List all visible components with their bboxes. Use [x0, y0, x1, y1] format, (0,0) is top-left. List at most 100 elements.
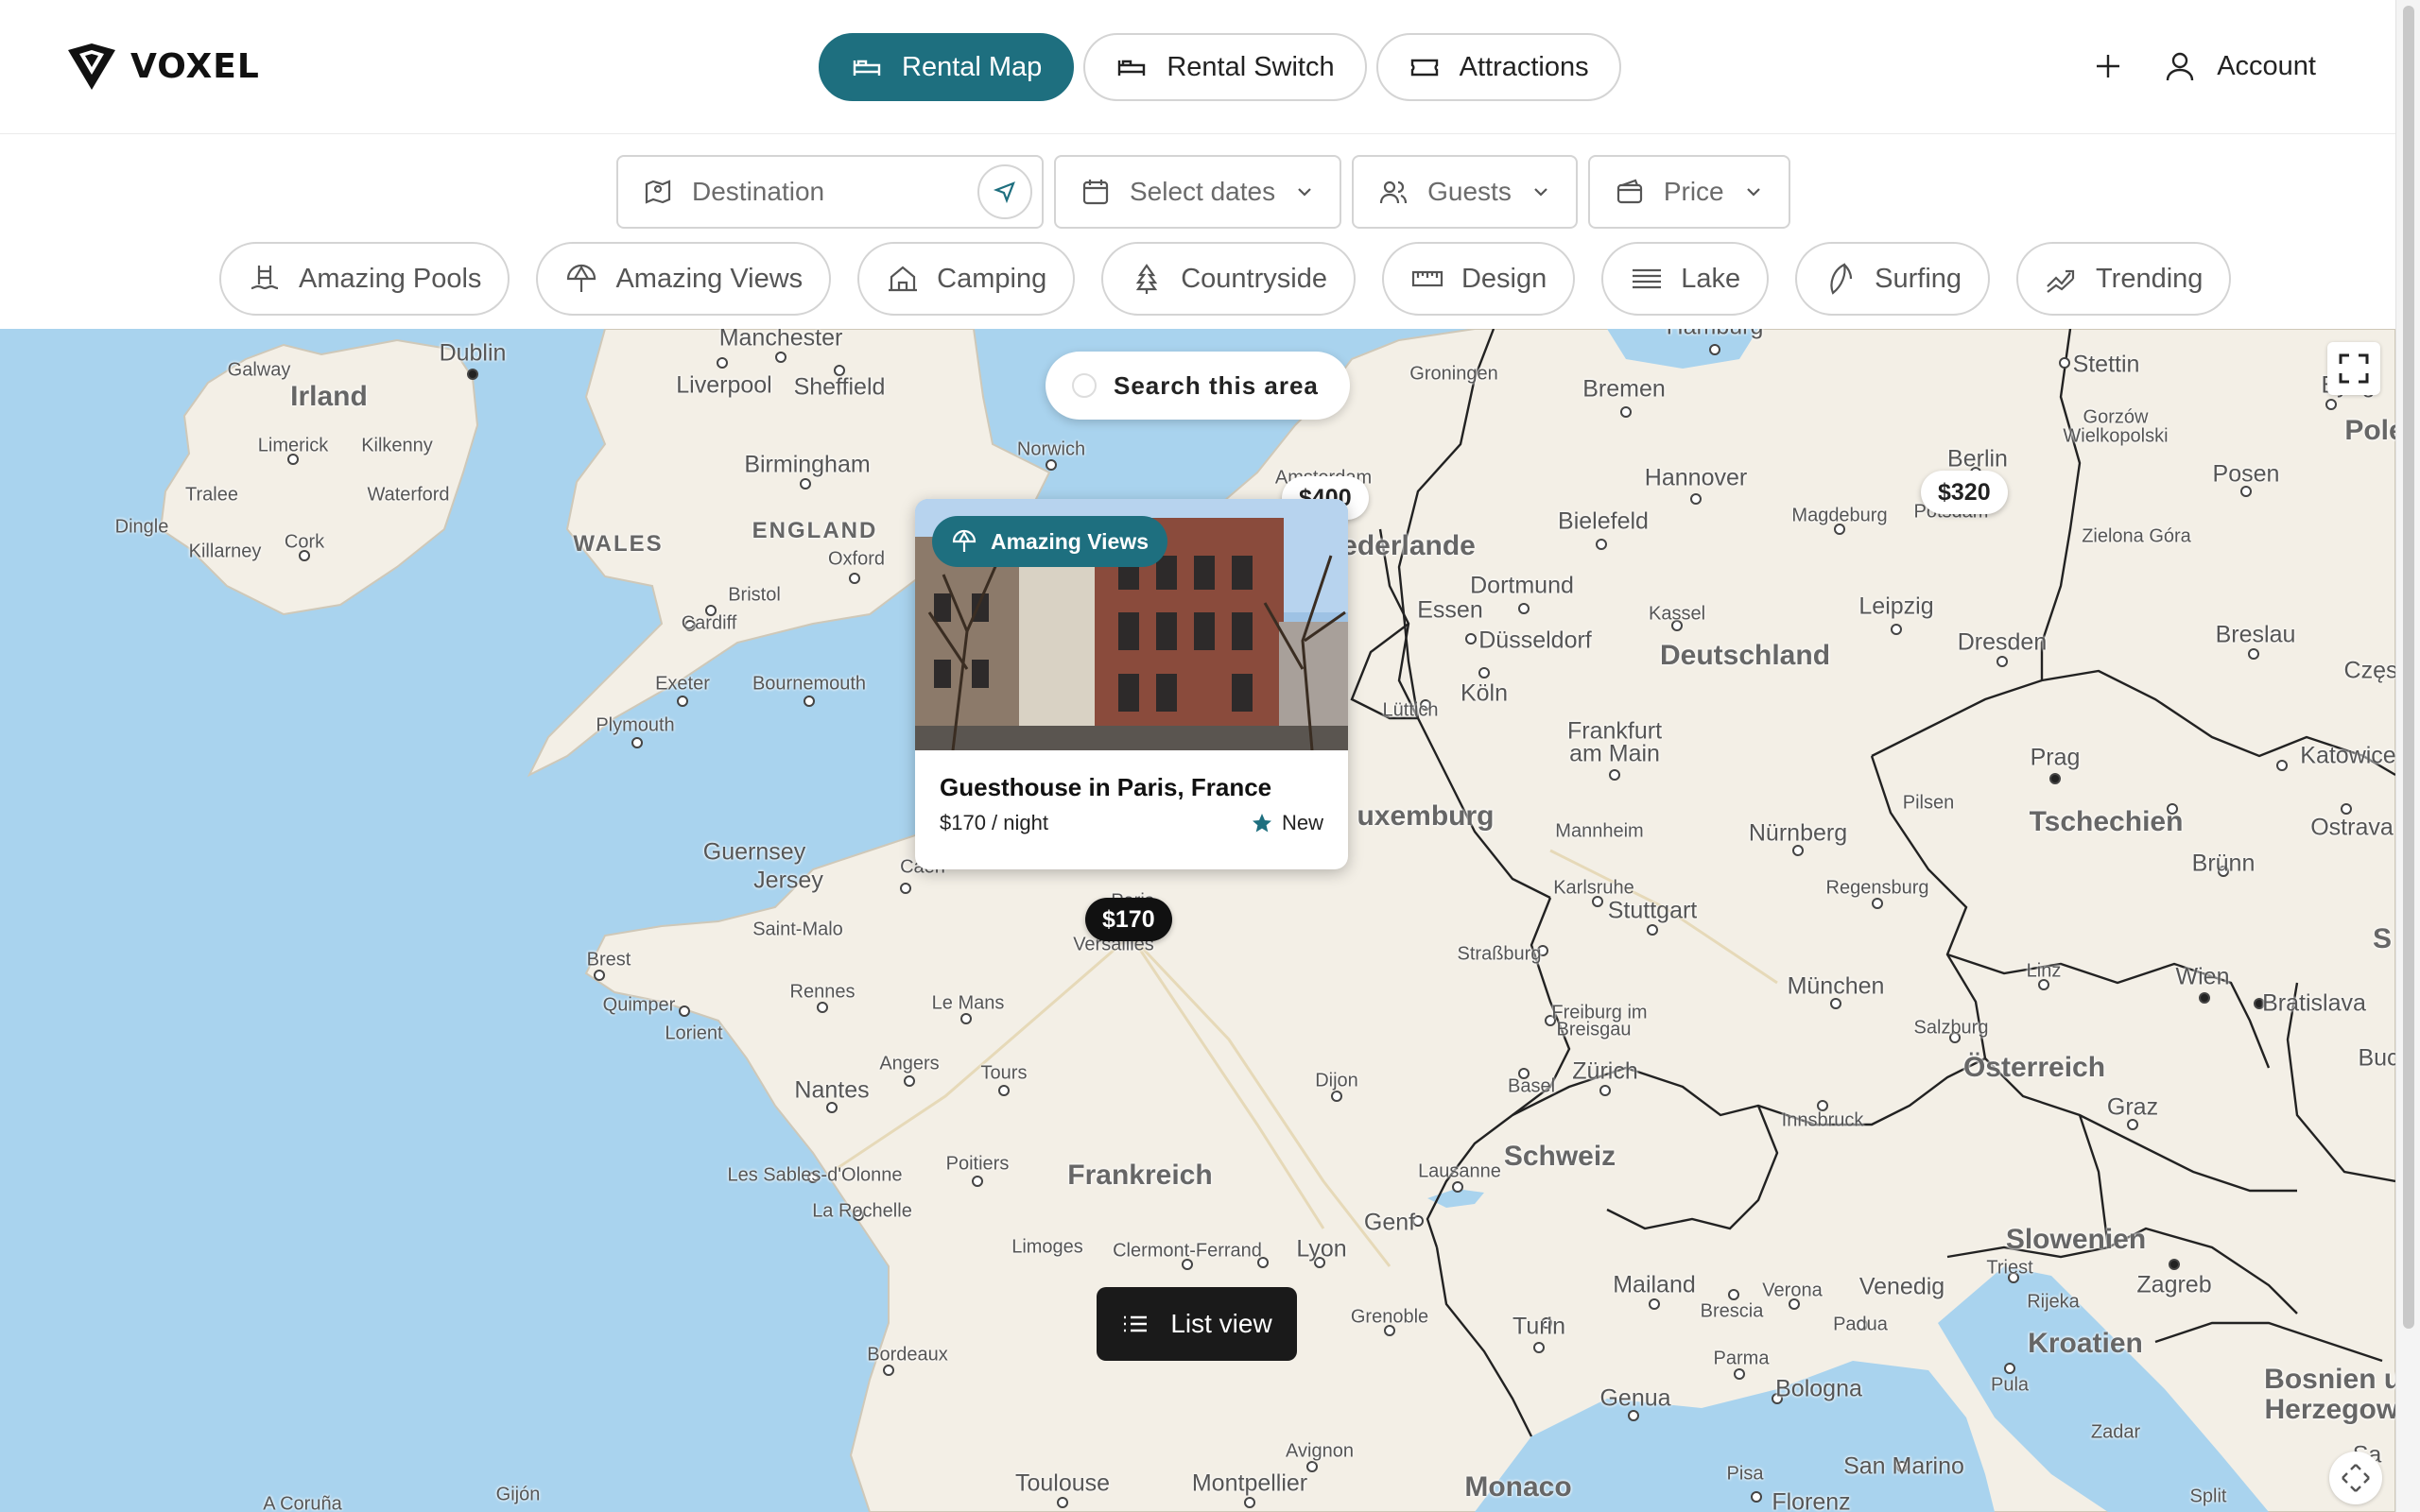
map-label: Limerick — [257, 435, 329, 456]
price-pin-selected[interactable]: $170 — [1085, 898, 1172, 941]
map-label: Köln — [1460, 679, 1509, 707]
recenter-button[interactable] — [2329, 1452, 2382, 1504]
map-label: Regensburg — [1825, 877, 1929, 899]
map-label: Le Mans — [931, 992, 1005, 1014]
category-amazing-views[interactable]: Amazing Views — [536, 242, 832, 316]
map-label: Dingle — [114, 516, 169, 538]
map-label: Stuttgart — [1607, 897, 1698, 924]
map-pin-icon — [645, 180, 671, 204]
map-label: Triest — [1986, 1257, 2033, 1279]
map-label: Bordeaux — [867, 1344, 948, 1366]
tab-rental-switch[interactable]: Rental Switch — [1083, 33, 1367, 101]
map-label: Magdeburg — [1791, 505, 1888, 526]
account-button[interactable]: Account — [2164, 50, 2316, 82]
map-label: Posen — [2212, 460, 2280, 488]
locate-button[interactable] — [977, 164, 1032, 219]
map-area[interactable]: Irland Galway Dublin Limerick Kilkenny T… — [0, 329, 2395, 1512]
map-label: Tschechien — [2029, 806, 2184, 837]
map-label: Pole — [2344, 415, 2395, 446]
loading-spinner-icon — [1072, 373, 1097, 398]
map-label: ENGLAND — [752, 518, 878, 543]
destination-field[interactable]: Destination — [616, 155, 1044, 229]
tab-attractions[interactable]: Attractions — [1375, 33, 1621, 101]
map-label: Herzegowina — [2264, 1394, 2395, 1425]
map-label: Ostrava — [2310, 814, 2394, 841]
category-surfing[interactable]: Surfing — [1795, 242, 1991, 316]
map-label: Bosnien und — [2264, 1364, 2395, 1395]
map-label: Leipzig — [1858, 593, 1934, 620]
map-label: Les Sables-d'Olonne — [727, 1164, 903, 1186]
map-label: Innsbruck — [1781, 1109, 1864, 1131]
category-design[interactable]: Design — [1381, 242, 1576, 316]
map-label: Lyon — [1296, 1235, 1347, 1263]
map-label: Straßburg — [1457, 943, 1542, 965]
map-label: Prag — [2030, 744, 2081, 771]
map-label: Parma — [1713, 1348, 1770, 1369]
category-countryside[interactable]: Countryside — [1101, 242, 1356, 316]
map-label: Basel — [1507, 1075, 1556, 1097]
list-view-button[interactable]: List view — [1097, 1287, 1297, 1361]
map-label: Pisa — [1726, 1463, 1764, 1485]
listing-card[interactable]: Amazing Views Guesthouse in Paris, Franc… — [915, 499, 1348, 869]
map-label: Stettin — [2072, 351, 2140, 378]
trending-icon — [2047, 269, 2075, 293]
pool-icon — [251, 266, 279, 290]
map-label: Bournemouth — [752, 673, 867, 695]
map-label: Nantes — [794, 1076, 870, 1104]
map-label: Częs — [2343, 657, 2395, 684]
category-trending[interactable]: Trending — [2016, 242, 2232, 316]
category-camping[interactable]: Camping — [857, 242, 1076, 316]
map-label: Split — [2189, 1486, 2227, 1507]
category-chips: Amazing Pools Amazing Views Camping Coun… — [219, 242, 2232, 316]
map-label: Rijeka — [2027, 1291, 2080, 1313]
map-label: Bologna — [1775, 1375, 1862, 1402]
price-pin[interactable]: $320 — [1921, 471, 2008, 514]
map-label: Bristol — [728, 584, 781, 606]
dates-field[interactable]: Select dates — [1054, 155, 1342, 229]
map-label: Buc — [2358, 1044, 2395, 1072]
category-lake[interactable]: Lake — [1601, 242, 1770, 316]
map-label: Breisgau — [1556, 1019, 1632, 1040]
map-label: Groningen — [1409, 363, 1498, 385]
listing-price: $170 / night — [940, 811, 1048, 834]
scrollbar-thumb[interactable] — [2403, 6, 2414, 1329]
map-label: Brünn — [2191, 850, 2256, 877]
map-label: Graz — [2106, 1093, 2159, 1121]
logo[interactable]: VOXEL — [66, 42, 260, 91]
map-label: Zagreb — [2136, 1271, 2212, 1298]
tab-rental-map[interactable]: Rental Map — [819, 33, 1075, 101]
map-label: Avignon — [1286, 1440, 1354, 1462]
map-label: Wien — [2175, 963, 2230, 990]
map-label: Deutschland — [1659, 640, 1831, 671]
chevron-down-icon — [1746, 188, 1760, 197]
guests-field[interactable]: Guests — [1352, 155, 1578, 229]
tab-label: Rental Map — [902, 51, 1043, 82]
voxel-logo-icon — [68, 43, 115, 90]
map-label: am Main — [1569, 740, 1660, 767]
map-label: Pula — [1990, 1374, 2030, 1396]
search-area-label: Search this area — [1114, 370, 1319, 400]
price-field[interactable]: Price — [1587, 155, 1790, 229]
users-icon — [1380, 180, 1408, 204]
map-label: Grenoble — [1350, 1306, 1429, 1328]
category-amazing-pools[interactable]: Amazing Pools — [219, 242, 510, 316]
search-this-area-button[interactable]: Search this area — [1046, 352, 1350, 420]
dates-label: Select dates — [1130, 177, 1276, 206]
fullscreen-button[interactable] — [2327, 342, 2380, 395]
plus-icon[interactable] — [2094, 52, 2122, 80]
map-label: Essen — [1417, 596, 1483, 624]
map-label: Mailand — [1613, 1271, 1696, 1298]
map-label: Irland — [290, 381, 368, 412]
map-label: Liverpool — [676, 371, 772, 399]
map-label: Brescia — [1700, 1300, 1764, 1322]
map-label: Hamburg — [1667, 329, 1764, 341]
chevron-down-icon — [1534, 188, 1547, 197]
map-label: Genua — [1599, 1384, 1671, 1412]
map-label: ederlande — [1341, 530, 1476, 561]
page-scrollbar[interactable] — [2395, 0, 2420, 1512]
list-view-label: List view — [1170, 1309, 1272, 1338]
map-label: Bratislava — [2262, 989, 2366, 1017]
map-label: Verona — [1762, 1280, 1823, 1301]
map-label: Quimper — [602, 994, 676, 1016]
listing-rating: New — [1252, 811, 1323, 835]
